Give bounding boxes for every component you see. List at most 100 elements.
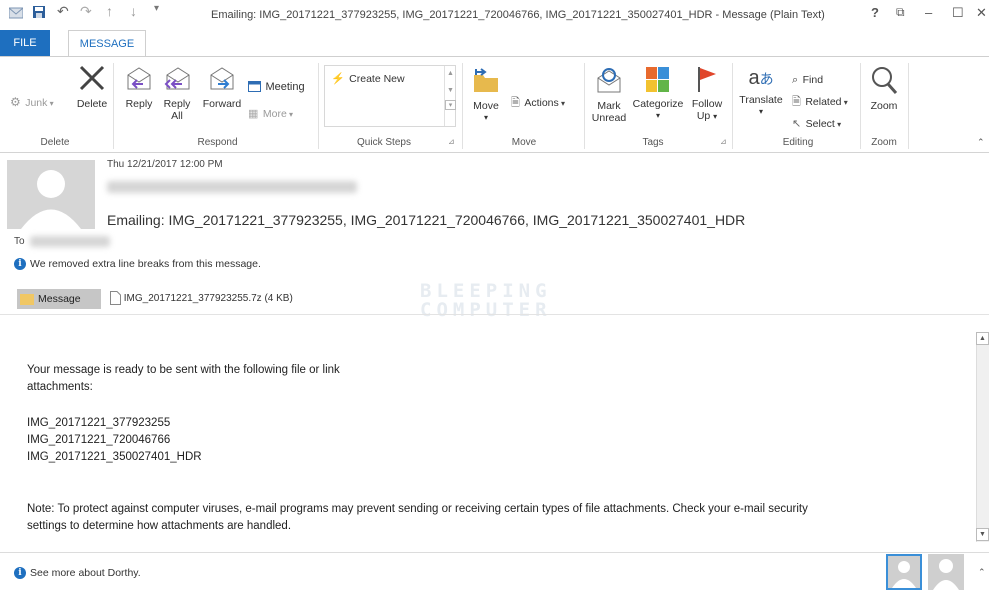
scroll-up-icon[interactable]: ▲ [976,332,989,345]
translate-icon: aあ [748,67,774,89]
junk-label: Junk [25,97,48,109]
actions-button[interactable]: 🗎 Actions ▾ [511,93,565,113]
group-divider [732,63,733,149]
quick-steps-scroll[interactable]: ▲ ▼ ▾ [444,66,456,126]
categorize-button[interactable]: Categorize ▾ [631,65,685,122]
delete-label: Delete [76,98,108,110]
message-body-tab[interactable]: Message [17,289,101,309]
quick-steps-gallery[interactable]: ⚡ Create New ▲ ▼ ▾ [324,65,456,127]
body-line-2: attachments: [27,381,93,393]
binoculars-icon: ⌕ [792,74,799,86]
create-new-label: Create New [349,73,405,85]
translate-label: Translate [739,94,783,106]
select-label: Select [805,118,835,130]
info-notice: i We removed extra line breaks from this … [14,258,261,271]
redo-icon[interactable]: ↷ [80,3,92,20]
save-icon[interactable] [32,5,46,22]
follow-up-label-2: Up [696,110,711,122]
group-divider [908,63,909,149]
group-label-respond: Respond [197,137,238,148]
mark-unread-label-2: Unread [591,112,627,124]
flag-icon [688,65,726,98]
find-button[interactable]: ⌕ Find [792,70,823,88]
move-button[interactable]: Move ▾ [468,65,504,124]
message-body[interactable]: Your message is ready to be sent with th… [0,314,989,546]
tab-file[interactable]: FILE [0,30,50,56]
group-divider [318,63,319,149]
reply-label: Reply [125,98,153,110]
reply-all-label-1: Reply [163,98,191,110]
maximize-button[interactable]: ☐ [952,5,964,21]
attachment-item[interactable]: IMG_20171221_377923255.7z (4 KB) [110,289,293,309]
tab-message[interactable]: MESSAGE [68,30,146,57]
message-tab-label: Message [38,293,81,305]
zoom-button[interactable]: Zoom [864,65,904,112]
select-button[interactable]: ↖ Select ▾ [792,114,841,132]
more-button[interactable]: ▦ More ▾ [248,104,293,122]
cursor-icon: ↖ [792,118,802,130]
mark-unread-icon [589,65,629,100]
reply-icon [122,65,156,98]
see-more-link[interactable]: i See more about Dorthy. [14,567,141,580]
forward-button[interactable]: Forward [200,65,244,110]
vertical-scrollbar[interactable]: ▲ ▼ [976,332,989,542]
body-note-1: Note: To protect against computer viruse… [27,503,808,515]
categorize-icon [631,65,685,98]
dialog-launcher-icon[interactable]: ⊿ [720,137,727,146]
body-file-3: IMG_20171221_350027401_HDR [27,451,202,463]
info-icon: i [14,258,26,271]
title-bar: ↶ ↷ ↑ ↓ ▾ Emailing: IMG_20171221_3779232… [0,0,989,30]
undo-icon[interactable]: ↶ [57,3,69,20]
ribbon-tabs: FILE MESSAGE [0,30,989,57]
zoom-label: Zoom [870,100,898,112]
contact-avatar-recipient[interactable] [928,554,964,590]
see-more-text: See more about Dorthy. [30,567,141,579]
mark-unread-button[interactable]: Mark Unread [589,65,629,124]
related-label: Related [805,96,842,108]
delete-icon [72,63,112,98]
previous-item-icon[interactable]: ↑ [106,3,113,19]
actions-icon: 🗎 [511,97,520,109]
sender-avatar [7,160,95,229]
meeting-label: Meeting [265,81,305,93]
meeting-button[interactable]: Meeting [248,77,305,95]
create-new-quick-step[interactable]: ⚡ Create New [325,66,455,90]
ribbon: ⚙ Junk ▾ Delete Delete Reply Reply All F… [0,56,989,153]
customize-toolbar-icon[interactable]: ▾ [154,3,159,14]
ribbon-display-options-button[interactable]: ⧉ [896,5,905,20]
scroll-down-icon[interactable]: ▼ [976,528,989,541]
group-label-move: Move [511,137,537,148]
actions-label: Actions [524,97,559,109]
group-label-quick-steps: Quick Steps [357,137,411,148]
reply-button[interactable]: Reply [122,65,156,110]
translate-button[interactable]: aあ Translate ▾ [737,63,785,118]
dialog-launcher-icon[interactable]: ⊿ [448,137,455,146]
close-button[interactable]: ✕ [976,5,987,21]
move-label: Move [473,100,499,112]
sender-redacted [107,181,357,193]
help-button[interactable]: ? [871,5,879,20]
categorize-label: Categorize [632,98,684,110]
junk-button[interactable]: ⚙ Junk ▾ [10,93,54,111]
body-file-2: IMG_20171221_720046766 [27,434,171,446]
reply-all-icon [159,65,195,98]
group-divider [462,63,463,149]
reply-all-label-2: All [171,110,183,122]
find-label: Find [802,74,824,86]
contact-avatar-sender[interactable] [886,554,922,590]
follow-up-label-1: Follow [691,98,723,110]
related-button[interactable]: 🗎 Related ▾ [792,92,848,112]
body-line-1: Your message is ready to be sent with th… [27,364,340,376]
collapse-ribbon-icon[interactable]: ⌃ [977,137,985,148]
more-icon: ▦ [248,108,259,120]
group-divider [113,63,114,149]
expand-people-pane-icon[interactable]: ⌃ [978,567,986,578]
delete-button[interactable]: Delete [72,63,112,110]
follow-up-button[interactable]: Follow Up ▾ [688,65,726,123]
related-icon: 🗎 [792,96,801,108]
info-icon: i [14,567,26,580]
minimize-button[interactable]: – [925,5,932,20]
reply-all-button[interactable]: Reply All [159,65,195,122]
next-item-icon[interactable]: ↓ [130,3,137,19]
recipient-redacted [30,236,110,247]
